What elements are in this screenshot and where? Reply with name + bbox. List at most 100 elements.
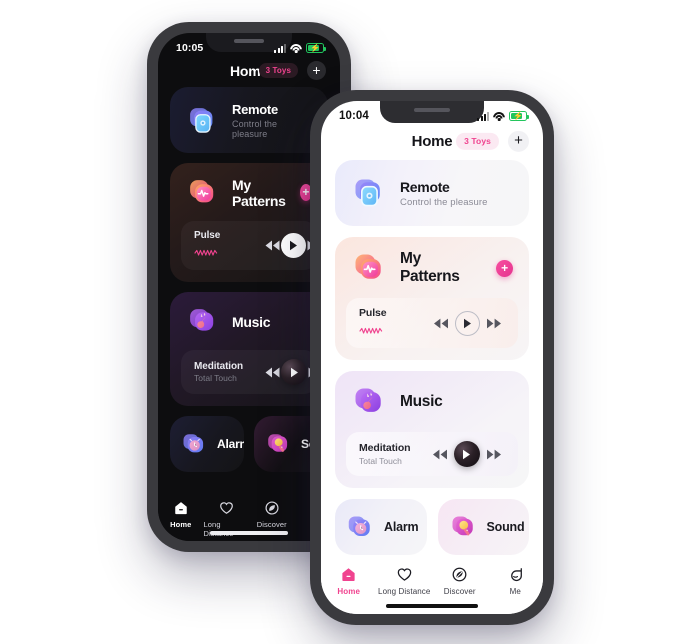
tab-home-label: Home [337, 587, 361, 596]
pulse-heartbeat-icon [186, 176, 219, 209]
tab-home[interactable]: Home [158, 499, 204, 529]
status-indicators: ⚡ [274, 43, 326, 53]
card-list: Remote Control the pleasure My Patterns … [321, 160, 543, 555]
add-pattern-button[interactable]: + [496, 259, 513, 277]
patterns-track-name: Pulse [194, 230, 221, 241]
music-track-subtitle: Total Touch [194, 373, 237, 384]
remote-card-title: Remote [400, 178, 450, 195]
patterns-player-label: Pulse [359, 307, 419, 339]
add-toy-button[interactable]: + [508, 130, 529, 152]
header-actions: 3 Toys + [258, 60, 326, 80]
remote-device-icon [186, 104, 219, 137]
patterns-card-title: My Patterns [232, 176, 286, 209]
rewind-icon[interactable] [432, 317, 450, 330]
alarm-card-title: Alarm [384, 520, 419, 534]
microphone-icon [448, 512, 478, 542]
status-time: 10:04 [339, 110, 369, 122]
tab-discover-label: Discover [256, 520, 287, 529]
rewind-icon[interactable] [264, 366, 281, 379]
tab-home-label: Home [170, 520, 192, 529]
wifi-icon [493, 111, 505, 121]
music-card-header: Music [170, 292, 328, 346]
front-phone-screen: 10:04 ⚡ Home 3 Toys + Remote Control the… [321, 101, 543, 614]
status-time: 10:05 [176, 42, 204, 54]
tab-discover[interactable]: Discover [249, 499, 295, 529]
play-icon[interactable] [454, 310, 480, 336]
remote-device-icon [351, 175, 387, 211]
rewind-icon[interactable] [431, 448, 449, 461]
music-track-name: Meditation [359, 442, 411, 455]
tab-home[interactable]: Home [321, 566, 377, 596]
tab-long-distance-label: Long Distance [203, 520, 234, 538]
patterns-player-label: Pulse [194, 230, 254, 261]
small-card-row: Alarm [170, 416, 328, 472]
status-bar: 10:05 ⚡ [158, 33, 340, 57]
patterns-controls [429, 310, 505, 336]
patterns-card-header: My Patterns + [170, 163, 328, 217]
music-track-name: Meditation [194, 360, 243, 372]
cellular-bars-icon [274, 43, 286, 53]
mockup-scene: 10:05 ⚡ Home 3 Toys + Remote Control the… [0, 0, 693, 644]
patterns-track-name: Pulse [359, 307, 387, 319]
fast-forward-icon[interactable] [485, 317, 503, 330]
play-icon[interactable] [281, 359, 307, 385]
patterns-card-title: My Patterns [400, 250, 460, 285]
play-icon[interactable] [453, 441, 480, 467]
remote-card[interactable]: Remote Control the pleasure [170, 87, 328, 153]
home-indicator [210, 531, 288, 535]
tab-me-label: Me [509, 587, 521, 596]
music-guitar-icon [186, 305, 219, 338]
status-bar: 10:04 ⚡ [321, 101, 543, 125]
music-player: Meditation Total Touch [346, 432, 518, 476]
home-icon [172, 499, 189, 516]
tab-long-distance[interactable]: Long Distance [377, 566, 433, 596]
alarm-clock-icon [345, 512, 375, 542]
header-actions: 3 Toys + [456, 130, 529, 152]
front-phone-frame: 10:04 ⚡ Home 3 Toys + Remote Control the… [310, 90, 554, 625]
music-card-title: Music [400, 393, 443, 410]
music-card[interactable]: Music Meditation Total Touch [335, 371, 529, 488]
tab-long-distance-label: Long Distance [378, 587, 431, 596]
rewind-icon[interactable] [264, 239, 281, 252]
leaf-compass-icon [451, 566, 468, 583]
sound-card[interactable]: Sound [437, 499, 529, 555]
alarm-card[interactable]: Alarm [335, 499, 427, 555]
status-indicators: ⚡ [477, 111, 529, 121]
microphone-icon [264, 430, 292, 458]
play-icon[interactable] [281, 233, 306, 258]
toys-count-badge[interactable]: 3 Toys [258, 62, 298, 78]
remote-card[interactable]: Remote Control the pleasure [335, 160, 529, 226]
tab-me[interactable]: Me [488, 566, 544, 596]
music-card[interactable]: Music Meditation Total Touch [170, 292, 328, 406]
tab-discover[interactable]: Discover [432, 566, 488, 596]
music-track-subtitle: Total Touch [359, 455, 402, 466]
patterns-card[interactable]: My Patterns + Pulse [170, 163, 328, 282]
patterns-card-header: My Patterns + [335, 237, 529, 294]
remote-card-subtitle: Control the pleasure [232, 118, 278, 139]
battery-charging-icon: ⚡ [306, 43, 326, 53]
home-icon [340, 566, 357, 583]
music-guitar-icon [351, 384, 387, 420]
music-card-header: Music [335, 371, 529, 428]
app-header: Home 3 Toys + [158, 57, 340, 87]
app-header: Home 3 Toys + [321, 125, 543, 160]
music-player: Meditation Total Touch [181, 350, 323, 394]
pulse-heartbeat-icon [351, 250, 387, 286]
waveform-icon [359, 321, 419, 339]
fast-forward-icon[interactable] [485, 448, 503, 461]
remote-card-title: Remote [232, 101, 278, 117]
remote-card-subtitle: Control the pleasure [400, 196, 488, 208]
patterns-card[interactable]: My Patterns + Pulse [335, 237, 529, 360]
toys-count-badge[interactable]: 3 Toys [456, 132, 499, 150]
small-card-row: Alarm [335, 499, 529, 555]
remote-card-text: Remote Control the pleasure [232, 102, 312, 139]
patterns-player: Pulse [346, 298, 518, 348]
alarm-card[interactable]: Alarm [170, 416, 244, 472]
alarm-clock-icon [180, 430, 208, 458]
music-controls [429, 441, 505, 467]
sound-card-title: Sound [486, 520, 525, 534]
alarm-card-title: Alarm [217, 437, 244, 451]
music-player-label: Meditation Total Touch [194, 361, 254, 384]
music-card-title: Music [232, 313, 271, 330]
add-toy-button[interactable]: + [307, 60, 326, 80]
